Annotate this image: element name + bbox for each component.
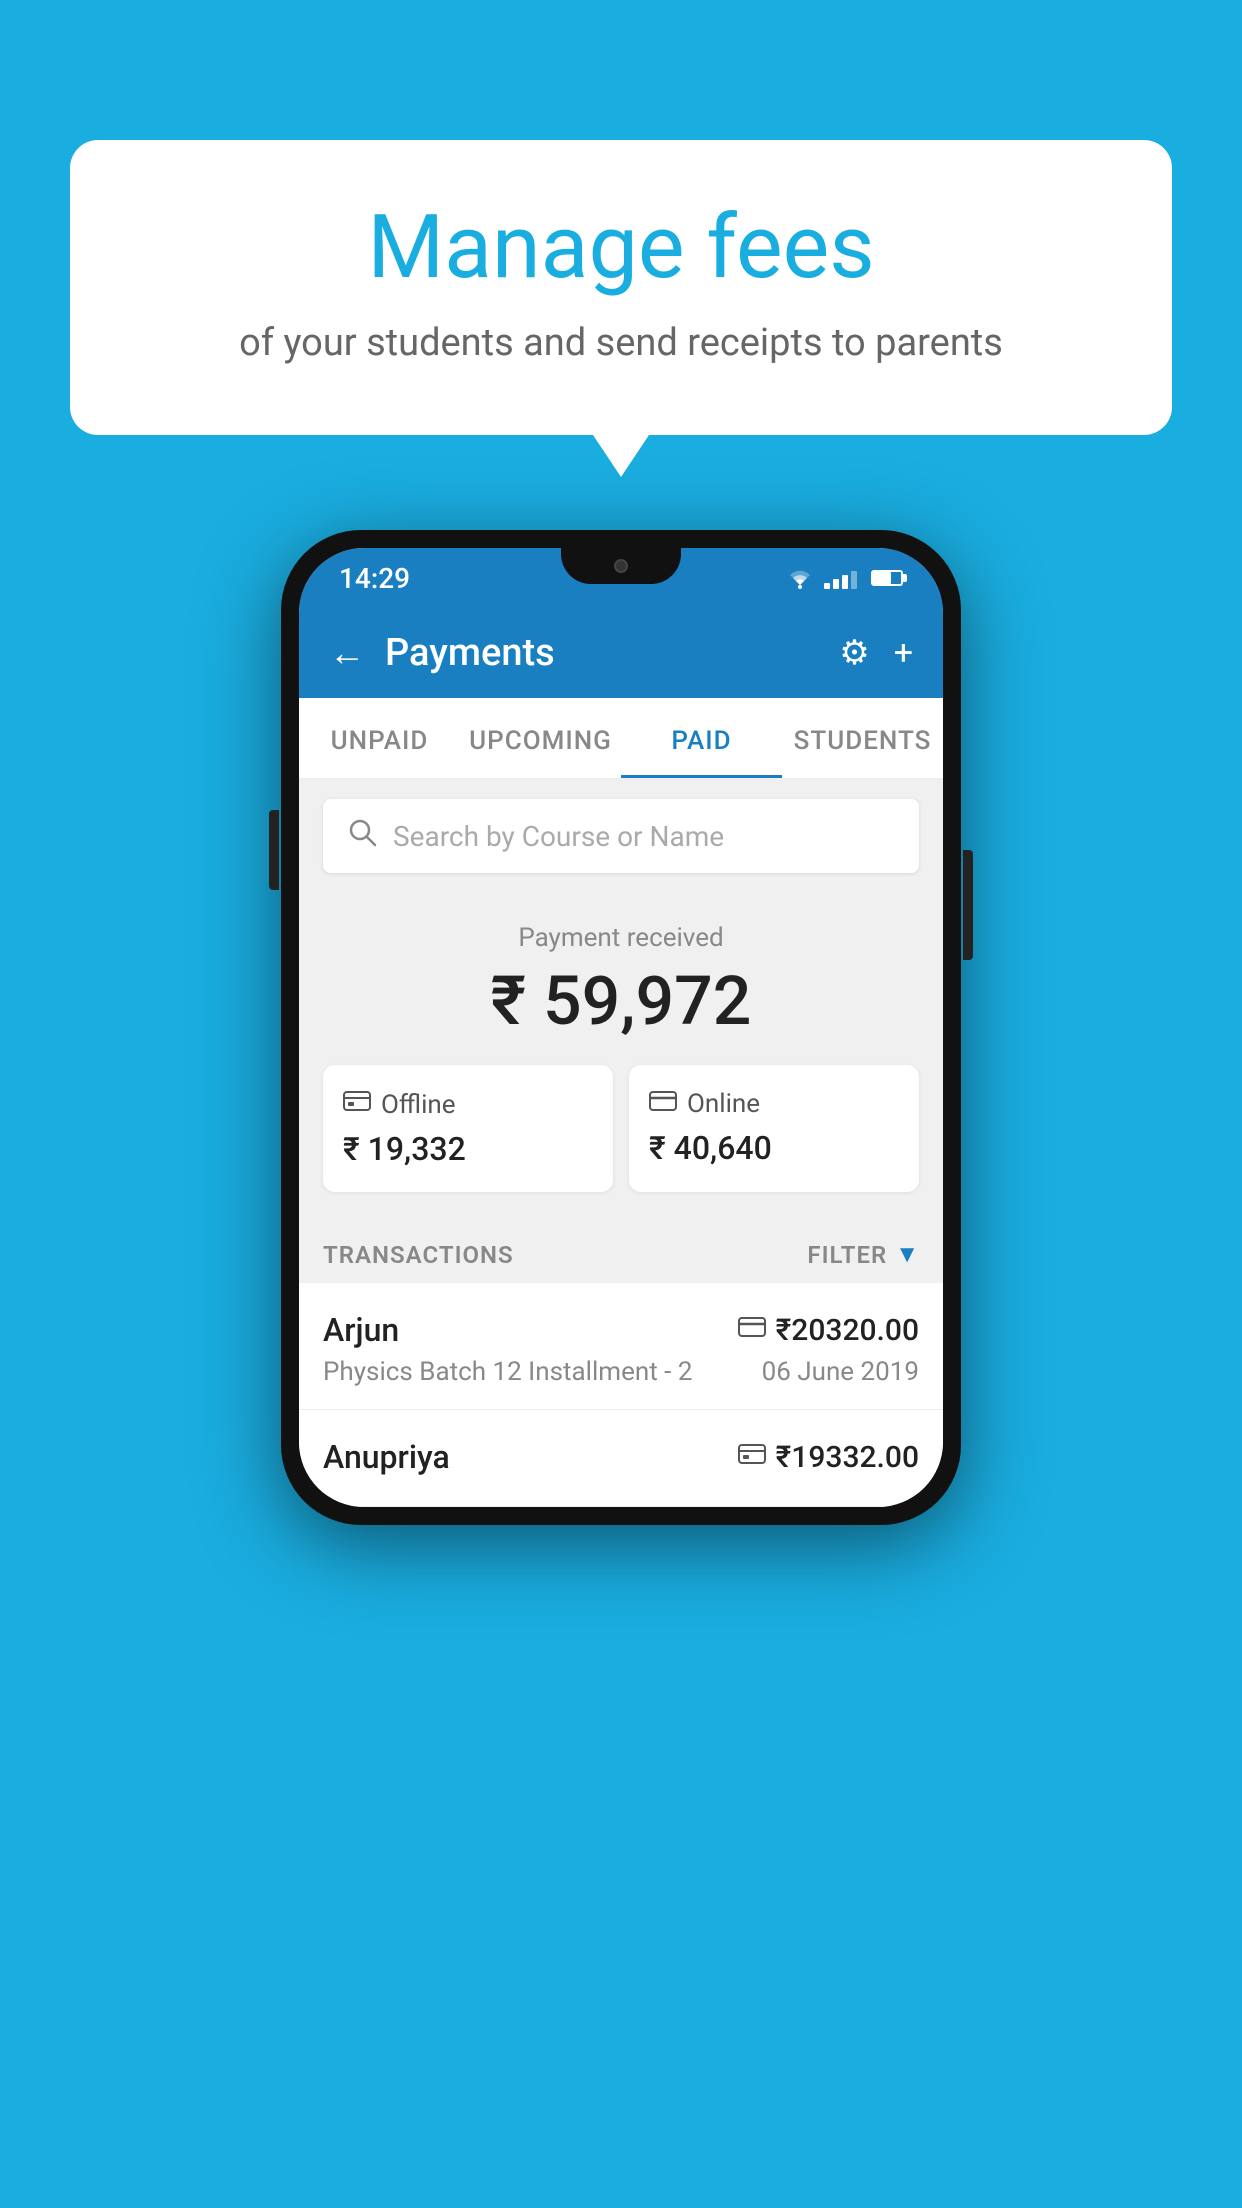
payment-summary: Payment received ₹ 59,972 [299, 893, 943, 1220]
online-card-top: Online [649, 1089, 899, 1119]
add-icon[interactable]: + [894, 633, 913, 673]
transaction-top: Anupriya ₹19332.00 [323, 1438, 919, 1476]
phone-mockup: 14:29 [281, 530, 961, 1525]
phone-frame: 14:29 [281, 530, 961, 1525]
filter-button[interactable]: FILTER ▼ [807, 1240, 919, 1269]
settings-icon[interactable]: ⚙ [839, 633, 869, 673]
transaction-date: 06 June 2019 [762, 1357, 919, 1387]
payment-total-amount: ₹ 59,972 [323, 961, 919, 1041]
transaction-bottom: Physics Batch 12 Installment - 2 06 June… [323, 1357, 919, 1387]
speech-bubble: Manage fees of your students and send re… [70, 140, 1172, 435]
tab-students[interactable]: STUDENTS [782, 698, 943, 778]
search-icon [347, 817, 377, 855]
phone-screen: 14:29 [299, 548, 943, 1507]
back-button[interactable]: ← [329, 632, 365, 674]
transaction-amount-wrap: ₹19332.00 [738, 1440, 919, 1475]
transaction-top: Arjun ₹20320.00 [323, 1311, 919, 1349]
transaction-amount-wrap: ₹20320.00 [738, 1313, 919, 1348]
camera-dot [614, 559, 628, 573]
app-header: ← Payments ⚙ + [299, 608, 943, 698]
status-bar: 14:29 [299, 548, 943, 608]
offline-icon [343, 1089, 371, 1120]
offline-card-top: Offline [343, 1089, 593, 1120]
header-icons: ⚙ + [839, 633, 913, 673]
status-time: 14:29 [339, 562, 410, 595]
search-bar[interactable]: Search by Course or Name [323, 799, 919, 873]
offline-label: Offline [381, 1090, 456, 1120]
payment-cards: Offline ₹ 19,332 [323, 1065, 919, 1192]
student-name: Anupriya [323, 1438, 450, 1476]
battery-icon [871, 570, 903, 586]
header-title: Payments [385, 631, 819, 675]
filter-icon: ▼ [895, 1240, 919, 1269]
payment-type-icon [738, 1442, 766, 1473]
offline-amount: ₹ 19,332 [343, 1130, 593, 1168]
bubble-title: Manage fees [150, 200, 1092, 297]
signal-icon [824, 567, 857, 589]
tab-unpaid[interactable]: UNPAID [299, 698, 460, 778]
transaction-row[interactable]: Arjun ₹20320.00 Physics Batch 12 Install… [299, 1283, 943, 1410]
tabs-bar: UNPAID UPCOMING PAID STUDENTS [299, 698, 943, 779]
notch [561, 548, 681, 584]
tab-paid[interactable]: PAID [621, 698, 782, 778]
transaction-amount: ₹19332.00 [776, 1440, 919, 1475]
bubble-subtitle: of your students and send receipts to pa… [150, 321, 1092, 365]
speech-bubble-section: Manage fees of your students and send re… [70, 140, 1172, 435]
online-label: Online [687, 1089, 760, 1119]
online-amount: ₹ 40,640 [649, 1129, 899, 1167]
student-name: Arjun [323, 1311, 399, 1349]
transactions-label: TRANSACTIONS [323, 1241, 514, 1269]
online-icon [649, 1089, 677, 1119]
offline-payment-card: Offline ₹ 19,332 [323, 1065, 613, 1192]
search-placeholder: Search by Course or Name [393, 820, 724, 853]
tab-upcoming[interactable]: UPCOMING [460, 698, 621, 778]
transactions-header: TRANSACTIONS FILTER ▼ [299, 1220, 943, 1283]
payment-received-label: Payment received [323, 923, 919, 953]
transaction-amount: ₹20320.00 [776, 1313, 919, 1348]
payment-type-icon [738, 1315, 766, 1345]
transaction-row[interactable]: Anupriya ₹19332.00 [299, 1410, 943, 1507]
online-payment-card: Online ₹ 40,640 [629, 1065, 919, 1192]
search-container: Search by Course or Name [299, 779, 943, 893]
course-info: Physics Batch 12 Installment - 2 [323, 1357, 692, 1387]
status-icons [786, 567, 903, 589]
filter-label: FILTER [807, 1241, 887, 1269]
wifi-icon [786, 567, 814, 589]
